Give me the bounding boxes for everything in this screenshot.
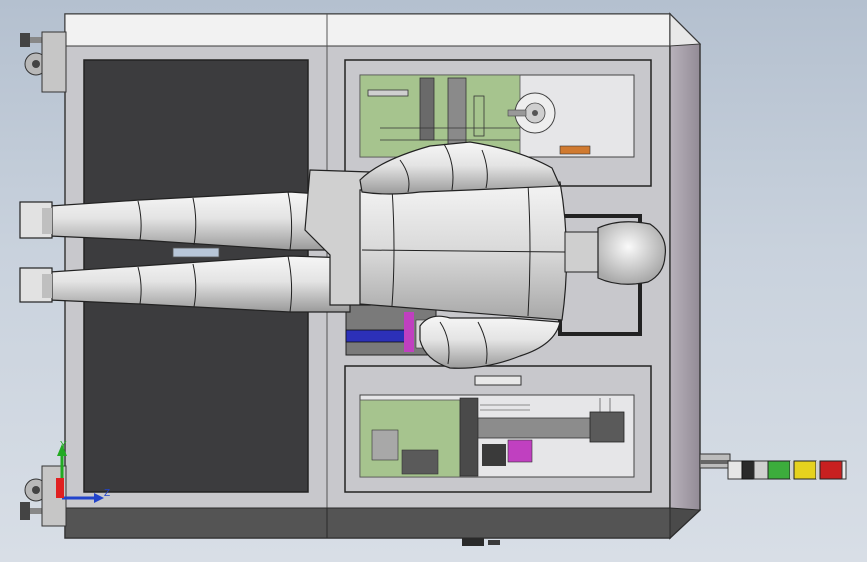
window-handle[interactable]	[474, 375, 522, 386]
tower-light-icon[interactable]	[699, 453, 847, 480]
triad-y-label: Y	[60, 440, 67, 451]
door-handle[interactable]	[172, 247, 220, 258]
lower-window[interactable]	[344, 365, 652, 493]
mannequin-head	[597, 221, 667, 285]
graphics-viewport[interactable]: Y Z	[0, 0, 867, 562]
triad-z-label: Z	[104, 488, 111, 499]
cad-model[interactable]	[0, 0, 867, 562]
caster-wheel-icon	[20, 31, 67, 93]
blue-actuator[interactable]	[345, 329, 407, 343]
